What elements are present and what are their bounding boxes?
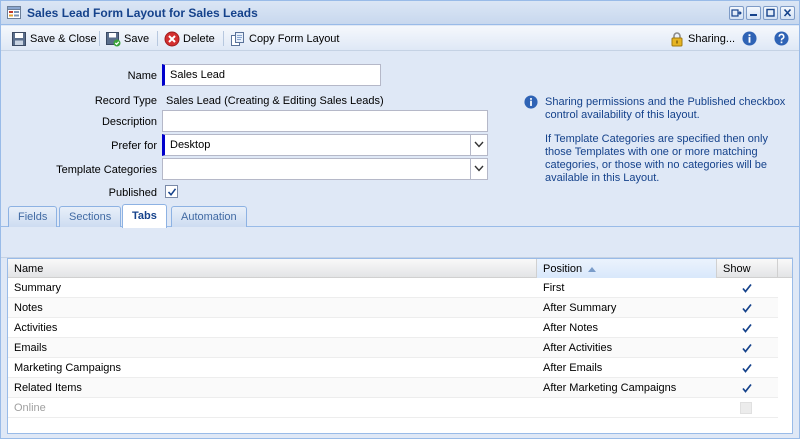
record-type-value: Sales Lead (Creating & Editing Sales Lea… (166, 95, 384, 107)
description-input[interactable] (162, 110, 488, 132)
help-icon[interactable] (774, 31, 789, 46)
restore-window-button[interactable] (729, 6, 744, 20)
tab-strip: Fields Sections Tabs Automation (1, 204, 799, 228)
lock-icon (671, 31, 683, 46)
table-row[interactable]: Emails After Activities (8, 338, 778, 358)
table-row[interactable]: Marketing Campaigns After Emails (8, 358, 778, 378)
save-close-button[interactable]: Save & Close (11, 30, 97, 47)
name-label: Name (127, 70, 157, 82)
info-icon (524, 95, 538, 109)
maximize-icon (766, 8, 775, 17)
tab-tabs[interactable]: Tabs (122, 204, 167, 228)
sharing-label: Sharing... (688, 32, 736, 45)
sort-ascending-icon (588, 266, 597, 272)
prefer-for-value: Desktop (170, 139, 211, 151)
table-row[interactable]: Activities After Notes (8, 318, 778, 338)
published-checkbox[interactable] (165, 185, 178, 198)
table-row: Online (8, 398, 778, 418)
grid-scrollbar[interactable] (778, 278, 792, 433)
info-paragraph-sharing: Sharing permissions and the Published ch… (545, 96, 786, 121)
toolbar-separator (223, 31, 224, 46)
toolbar-separator (157, 31, 158, 46)
tabs-grid: Name Position Show Summary First Notes A… (7, 258, 793, 434)
info-message: Sharing permissions and the Published ch… (545, 96, 791, 196)
pin-icon (731, 9, 742, 17)
toolbar-separator (99, 31, 100, 46)
record-type-label: Record Type (94, 95, 157, 107)
column-header-position[interactable]: Position (537, 259, 717, 278)
checkmark-icon[interactable] (741, 322, 753, 334)
checkmark-icon (167, 188, 177, 197)
disabled-checkbox (740, 402, 752, 414)
save-button[interactable]: Save (105, 30, 149, 47)
close-icon (783, 8, 792, 17)
layout-form: Name Sales Lead Record Type Sales Lead (… (1, 52, 799, 204)
cell-name: Marketing Campaigns (14, 362, 121, 374)
checkmark-icon[interactable] (741, 362, 753, 374)
tab-automation[interactable]: Automation (171, 206, 247, 227)
cell-name: Online (14, 402, 46, 414)
window-title: Sales Lead Form Layout for Sales Leads (27, 6, 258, 20)
cell-position (537, 398, 543, 418)
minimize-window-button[interactable] (746, 6, 761, 20)
info-icon[interactable] (742, 31, 757, 46)
cell-position: After Summary (543, 302, 617, 314)
close-window-button[interactable] (780, 6, 795, 20)
tab-panel-toolbar (1, 228, 793, 258)
form-layout-window: Sales Lead Form Layout for Sales Leads S… (0, 0, 800, 439)
published-label: Published (108, 187, 157, 199)
prefer-for-label: Prefer for (111, 140, 157, 152)
cell-name: Summary (14, 282, 62, 294)
tab-fields[interactable]: Fields (8, 206, 58, 227)
prefer-for-dropdown-trigger[interactable] (470, 135, 487, 155)
cell-name: Notes (14, 302, 43, 314)
checkmark-icon[interactable] (741, 302, 753, 314)
delete-button[interactable]: Delete (164, 30, 215, 47)
template-categories-dropdown-trigger[interactable] (470, 159, 487, 179)
column-header-show[interactable]: Show (717, 259, 778, 278)
chevron-down-icon (474, 141, 484, 148)
delete-icon (164, 31, 180, 46)
description-label: Description (101, 116, 157, 128)
info-paragraph-templates: If Template Categories are specified the… (545, 133, 768, 184)
prefer-for-select[interactable]: Desktop (162, 134, 488, 156)
cell-position: After Marketing Campaigns (543, 382, 677, 394)
name-input[interactable]: Sales Lead (162, 64, 381, 86)
copy-form-layout-label: Copy Form Layout (249, 32, 340, 45)
copy-icon (231, 31, 244, 46)
checkmark-icon[interactable] (741, 282, 753, 294)
checkmark-icon[interactable] (741, 382, 753, 394)
column-header-name[interactable]: Name (8, 259, 537, 278)
chevron-down-icon (474, 165, 484, 172)
toolbar: Save & Close Save Delete Copy Form Layou… (1, 26, 799, 51)
cell-name: Activities (14, 322, 58, 334)
cell-position: First (543, 282, 565, 294)
template-categories-label: Template Categories (56, 164, 157, 176)
table-row[interactable]: Related Items After Marketing Campaigns (8, 378, 778, 398)
copy-form-layout-button[interactable]: Copy Form Layout (230, 30, 339, 47)
save-label: Save (124, 32, 150, 45)
delete-label: Delete (183, 32, 215, 45)
cell-position: After Activities (543, 342, 613, 354)
grid-header: Name Position Show (8, 259, 792, 278)
template-categories-select[interactable] (162, 158, 488, 180)
table-row[interactable]: Summary First (8, 278, 778, 298)
cell-position: After Notes (543, 322, 599, 334)
form-layout-icon (7, 6, 21, 19)
title-bar: Sales Lead Form Layout for Sales Leads (1, 1, 799, 25)
tab-sections[interactable]: Sections (59, 206, 122, 227)
save-icon (106, 31, 121, 46)
table-row[interactable]: Notes After Summary (8, 298, 778, 318)
cell-position: After Emails (543, 362, 603, 374)
checkmark-icon[interactable] (741, 342, 753, 354)
maximize-window-button[interactable] (763, 6, 778, 20)
save-close-icon (12, 31, 26, 46)
sharing-button[interactable]: Sharing... (669, 30, 735, 47)
save-close-label: Save & Close (30, 32, 97, 45)
minimize-icon (750, 14, 757, 16)
cell-name: Related Items (14, 382, 82, 394)
cell-name: Emails (14, 342, 48, 354)
